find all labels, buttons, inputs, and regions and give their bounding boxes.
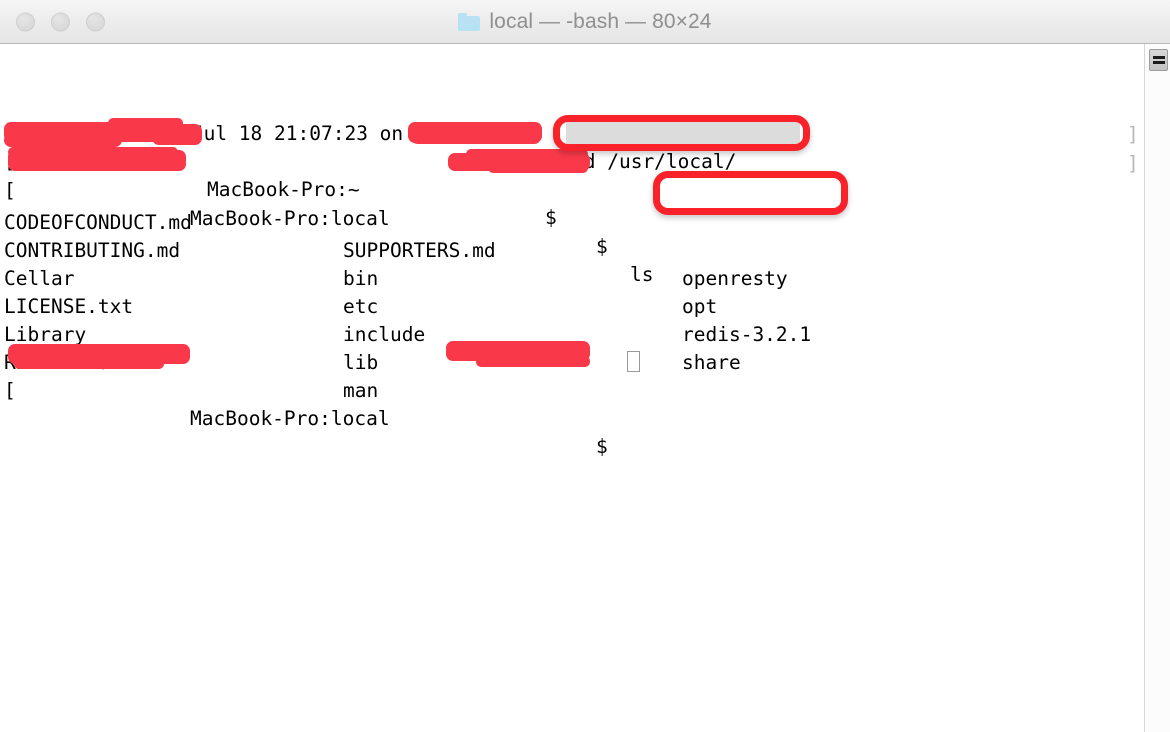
scroll-thumb[interactable] (1149, 49, 1168, 71)
terminal-line-last-login: Last login: Mon Jul 18 21:07:23 on ttys0… (4, 92, 497, 145)
redaction-mark (466, 149, 588, 159)
cd-command-text: cd /usr/local/ (572, 150, 737, 173)
zoom-button[interactable] (86, 12, 105, 31)
prompt-host-3: MacBook-Pro:local (190, 407, 402, 430)
traffic-light-group (16, 12, 105, 31)
redaction-mark (60, 130, 200, 139)
window-title: local — -bash — 80×24 (489, 9, 712, 33)
redaction-mark (14, 358, 164, 369)
ls-item-lib: lib (343, 351, 379, 374)
folder-icon (458, 12, 481, 31)
prompt-sigil-3: $ (596, 435, 620, 458)
ls-output-row-4: LICENSE.txt include share (4, 265, 741, 374)
ls-item-supporters: SUPPORTERS.md (343, 239, 496, 262)
redaction-mark (412, 132, 540, 144)
ls-item-man: man (343, 379, 379, 402)
redaction-mark (476, 356, 590, 367)
ls-item-openresty: openresty (682, 267, 788, 290)
ls-command-text: ls (630, 263, 654, 286)
prompt-host-2: MacBook-Pro:local (190, 207, 402, 230)
prompt-sigil-2: $ (596, 235, 620, 258)
terminal-text-canvas: Last login: Mon Jul 18 21:07:23 on ttys0… (0, 44, 1170, 732)
wrap-marker-2: ] (1127, 152, 1139, 175)
ls-item-bin: bin (343, 267, 379, 290)
ls-output-row-5: Library lib (4, 293, 378, 374)
terminal-scrollbar[interactable] (1144, 44, 1170, 732)
prompt-host-1: MacBook-Pro:~ (207, 178, 372, 201)
annotation-openresty (653, 171, 848, 215)
ls-item-share: share (682, 351, 741, 374)
ls-output-row-3: Cellar etc redis-3.2.1 (4, 237, 811, 346)
window-titlebar[interactable]: local — -bash — 80×24 (0, 0, 1170, 44)
minimize-button[interactable] (51, 12, 70, 31)
ls-item-redis: redis-3.2.1 (682, 323, 812, 346)
prompt-sigil-1: $ (545, 206, 569, 229)
prompt-bracket-3: [ (4, 379, 16, 402)
terminal-body[interactable]: Last login: Mon Jul 18 21:07:23 on ttys0… (0, 44, 1170, 732)
window-title-group: local — -bash — 80×24 (458, 10, 711, 34)
ls-item-include: include (343, 323, 426, 346)
close-button[interactable] (16, 12, 35, 31)
terminal-cursor (627, 351, 640, 372)
cd-command-selection-highlight (566, 121, 800, 146)
ls-output-row-2: CONTRIBUTING.md bin opt (4, 209, 717, 318)
ls-output-row-1: CODEOFCONDUCT.md SUPPORTERS.md openresty (4, 181, 788, 290)
redaction-mark (8, 147, 178, 157)
ls-item-opt: opt (682, 295, 718, 318)
redaction-mark (488, 162, 588, 173)
ls-item-etc: etc (343, 295, 379, 318)
wrap-marker-1: ] (1127, 123, 1139, 146)
terminal-window: local — -bash — 80×24 Last login: Mon Ju… (0, 0, 1170, 732)
